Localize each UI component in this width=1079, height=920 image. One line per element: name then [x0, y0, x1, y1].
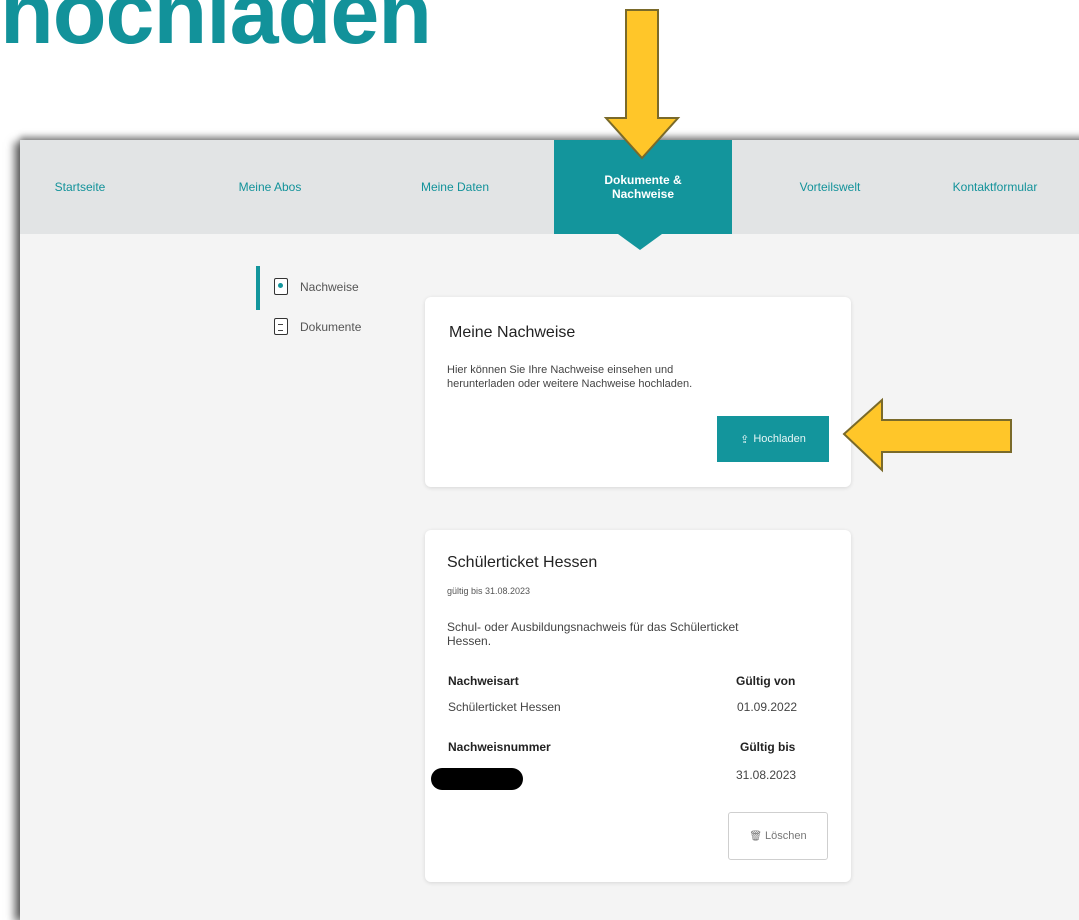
down-arrow-annotation: [603, 9, 681, 160]
annotation-arrows: [603, 9, 1012, 473]
left-arrow-annotation: [842, 397, 1012, 473]
